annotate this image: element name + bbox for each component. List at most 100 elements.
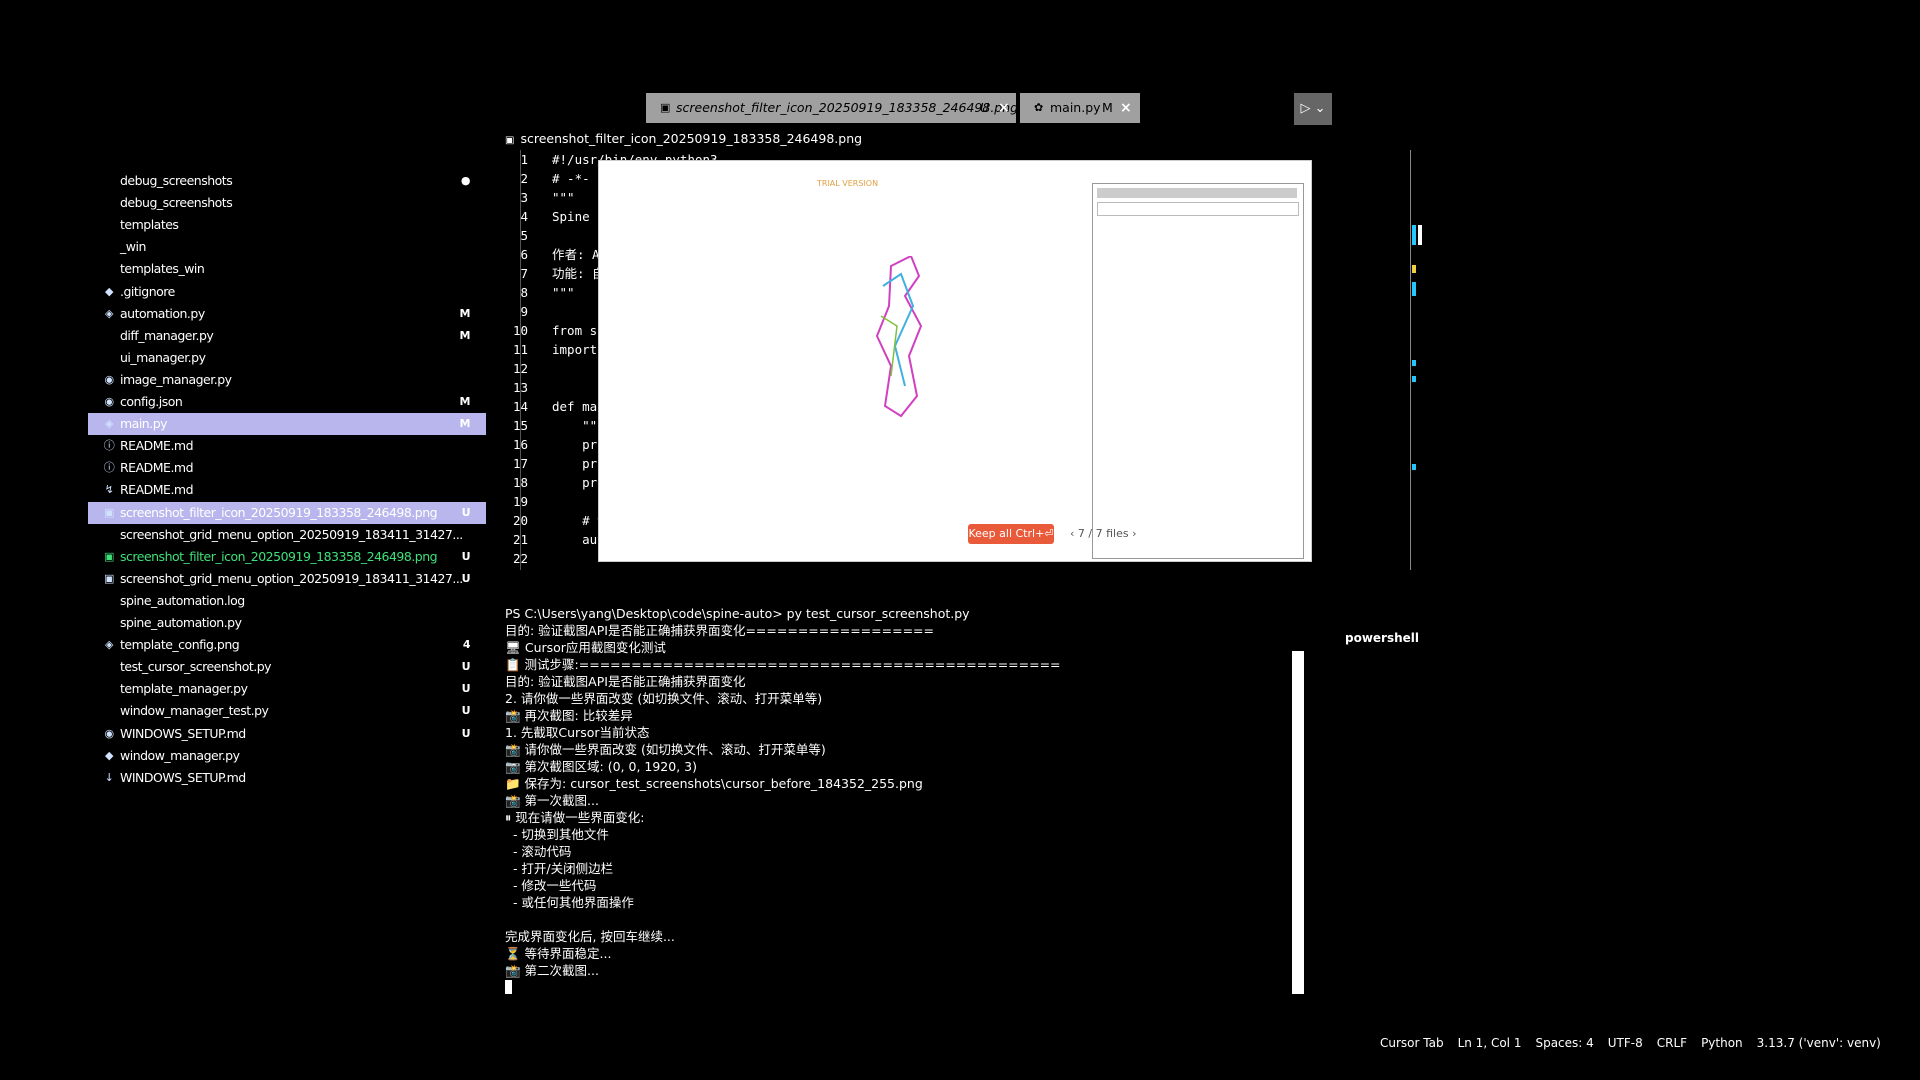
file-tree-item[interactable]: ◆ .gitignore: [88, 281, 486, 303]
git-status-badge: U: [461, 726, 471, 740]
file-tree-item[interactable]: spine_automation.py: [88, 612, 486, 634]
minimap-mark: [1412, 282, 1416, 296]
tab-screenshot-png[interactable]: ▣ screenshot_filter_icon_20250919_183358…: [646, 93, 1019, 123]
file-tree-label: templates_win: [120, 261, 205, 277]
file-tree-label: spine_automation.log: [120, 592, 245, 608]
git-status-badge: M: [459, 417, 471, 431]
git-status-badge: ●: [460, 174, 471, 187]
spine-panel: [1092, 183, 1304, 559]
status-item[interactable]: Cursor Tab: [1380, 1036, 1444, 1050]
file-tree-item[interactable]: ◈ main.py M: [88, 413, 486, 436]
line-number: 7: [520, 266, 528, 281]
status-item[interactable]: CRLF: [1657, 1036, 1687, 1050]
git-status-badge: U: [461, 682, 471, 696]
file-tree-item[interactable]: ⓘ README.md: [88, 457, 486, 479]
file-tree-item[interactable]: test_cursor_screenshot.py U: [88, 656, 486, 678]
file-tree-item[interactable]: ⓘ README.md: [88, 435, 486, 457]
terminal-line: - 修改一些代码: [505, 878, 597, 893]
terminal-label[interactable]: powershell: [1345, 631, 1419, 645]
file-tree-item[interactable]: window_manager_test.py U: [88, 700, 486, 722]
file-tree-item[interactable]: templates_win: [88, 258, 486, 280]
file-type-icon: ↓: [104, 770, 114, 784]
status-item[interactable]: Ln 1, Col 1: [1458, 1036, 1522, 1050]
line-number: 17: [510, 454, 528, 473]
breadcrumb-file[interactable]: screenshot_filter_icon_20250919_183358_2…: [520, 131, 862, 146]
close-icon[interactable]: ×: [1120, 93, 1132, 123]
file-tree-item[interactable]: debug_screenshots ●: [88, 170, 486, 192]
indent-guide: [520, 150, 521, 570]
trial-watermark: TRIAL VERSION: [817, 179, 879, 188]
terminal-line: 1. 先截取Cursor当前状态: [505, 725, 650, 740]
terminal-scrollbar[interactable]: [1292, 651, 1304, 994]
file-tree-item[interactable]: diff_manager.py M: [88, 325, 486, 347]
line-number: 19: [510, 492, 528, 511]
tab-label: screenshot_filter_icon_20250919_183358_2…: [676, 100, 1019, 115]
line-number: 9: [520, 304, 528, 319]
file-tree-item[interactable]: ↓ WINDOWS_SETUP.md: [88, 767, 486, 789]
run-button[interactable]: ▷ ⌄: [1294, 93, 1332, 125]
status-item[interactable]: Spaces: 4: [1535, 1036, 1593, 1050]
file-type-icon: ◆: [105, 284, 113, 298]
terminal-output[interactable]: PS C:\Users\yang\Desktop\code\spine-auto…: [505, 605, 1295, 1000]
file-tree-item[interactable]: template_manager.py U: [88, 678, 486, 700]
terminal-line: 🖥 Cursor应用截图变化测试: [505, 640, 666, 655]
status-item[interactable]: 3.13.7 ('venv': venv): [1757, 1036, 1881, 1050]
file-tree-item[interactable]: ui_manager.py: [88, 347, 486, 369]
status-item[interactable]: Python: [1701, 1036, 1743, 1050]
character-figure: [875, 256, 923, 418]
file-tree-item[interactable]: ◆ window_manager.py: [88, 745, 486, 767]
file-tree-item[interactable]: debug_screenshots: [88, 192, 486, 214]
breadcrumb[interactable]: ▣ screenshot_filter_icon_20250919_183358_…: [505, 130, 862, 148]
file-type-icon: ◈: [105, 417, 113, 431]
code-text[interactable]: """: [552, 188, 575, 207]
file-type-icon: ◉: [104, 372, 114, 386]
panel-toolbar: [1097, 202, 1299, 216]
python-icon: ✿: [1034, 101, 1044, 114]
file-tree-label: WINDOWS_SETUP.md: [120, 769, 246, 785]
file-tree-item[interactable]: ◉ image_manager.py: [88, 369, 486, 391]
file-tree-item[interactable]: ▣ screenshot_filter_icon_20250919_183358_…: [88, 501, 486, 524]
file-tree-item[interactable]: ◉ WINDOWS_SETUP.md U: [88, 723, 486, 745]
status-bar: Cursor Tab Ln 1, Col 1 Spaces: 4 UTF-8 CRLF P…: [1380, 1034, 1895, 1052]
file-type-icon: ◆: [105, 748, 113, 762]
file-pager[interactable]: ‹ 7 / 7 files ›: [1070, 524, 1170, 544]
file-tree-item[interactable]: ↯ README.md: [88, 479, 486, 501]
terminal-line: - 打开/关闭侧边栏: [505, 861, 614, 876]
code-text[interactable]: """: [552, 283, 575, 302]
tab-main-py[interactable]: ✿ main.py M ×: [1020, 93, 1140, 123]
file-tree-label: _win: [120, 239, 146, 255]
file-type-icon: ⓘ: [103, 439, 115, 453]
file-tree-item[interactable]: templates: [88, 214, 486, 236]
terminal-line: 📸 第二次截图...: [505, 963, 599, 978]
line-number: 8: [520, 285, 528, 300]
git-status-badge: U: [461, 549, 471, 563]
keep-all-button[interactable]: Keep all Ctrl+⏎: [968, 524, 1054, 544]
file-tree-item[interactable]: screenshot_grid_menu_option_20250919_183…: [88, 524, 486, 546]
minimap-mark: [1412, 360, 1416, 366]
line-number: 1: [520, 152, 528, 167]
file-tree-item[interactable]: spine_automation.log: [88, 590, 486, 612]
git-status-badge: U: [461, 571, 471, 585]
line-number: 2: [520, 171, 528, 186]
status-item[interactable]: UTF-8: [1608, 1036, 1643, 1050]
file-type-icon: ↯: [104, 483, 114, 497]
file-tree-item[interactable]: ◈ template_config.png 4: [88, 634, 486, 656]
file-tree-label: debug_screenshots: [120, 173, 233, 188]
tab-label: main.py: [1050, 100, 1101, 115]
file-tree-item[interactable]: ◉ config.json M: [88, 391, 486, 413]
file-tree-item[interactable]: ◈ automation.py M: [88, 303, 486, 325]
file-tree-label: window_manager.py: [120, 747, 240, 763]
line-number: 15: [510, 416, 528, 435]
close-icon[interactable]: ×: [998, 93, 1010, 123]
terminal-line: 📸 再次截图: 比较差异: [505, 708, 633, 723]
file-tree-item[interactable]: ▣ screenshot_filter_icon_20250919_183358_…: [88, 546, 486, 568]
file-tree-label: ui_manager.py: [120, 349, 206, 365]
file-tree-item[interactable]: ▣ screenshot_grid_menu_option_20250919_18…: [88, 568, 486, 590]
file-tree-label: README.md: [120, 438, 194, 454]
file-tree-label: automation.py: [120, 305, 205, 321]
terminal-line: 📸 第一次截图...: [505, 793, 599, 808]
minimap-mark: [1412, 265, 1416, 273]
terminal-line: ⏸ 现在请做一些界面变化:: [505, 810, 645, 825]
file-tree-item[interactable]: _win: [88, 236, 486, 258]
terminal-line: ⏳ 等待界面稳定...: [505, 946, 612, 961]
